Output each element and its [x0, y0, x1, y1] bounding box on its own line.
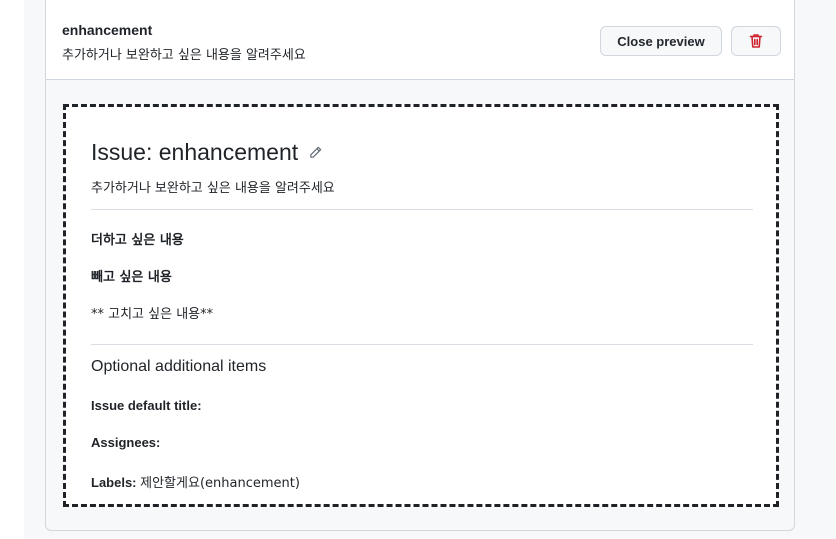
default-title-label: Issue default title:: [91, 398, 202, 413]
issue-template-preview: Issue: enhancement 추가하거나 보완하고 싶은 내용을 알려주…: [63, 104, 779, 507]
template-card: enhancement 추가하거나 보완하고 싶은 내용을 알려주세요 Clos…: [45, 0, 795, 531]
divider: [91, 344, 753, 345]
body-line-fix: ** 고치고 싶은 내용**: [91, 307, 214, 322]
labels-label: Labels:: [91, 475, 137, 490]
default-title-field: Issue default title:: [91, 398, 202, 413]
divider: [91, 209, 753, 210]
trash-icon: [749, 33, 763, 49]
preview-title: Issue: enhancement: [91, 139, 299, 165]
labels-value: 제안할게요(enhancement): [140, 476, 300, 491]
delete-template-button[interactable]: [731, 26, 781, 56]
assignees-field: Assignees:: [91, 435, 160, 450]
assignees-label: Assignees:: [91, 435, 161, 450]
template-name: enhancement: [62, 22, 153, 38]
optional-items-heading: Optional additional items: [91, 358, 267, 375]
template-description: 추가하거나 보완하고 싶은 내용을 알려주세요: [62, 48, 306, 63]
template-card-header: enhancement 추가하거나 보완하고 싶은 내용을 알려주세요 Clos…: [46, 0, 794, 80]
body-line-add: 더하고 싶은 내용: [91, 233, 184, 248]
labels-field: Labels: 제안할게요(enhancement): [91, 472, 300, 491]
body-line-remove: 빼고 싶은 내용: [91, 270, 172, 285]
close-preview-button[interactable]: Close preview: [600, 26, 722, 56]
preview-description: 추가하거나 보완하고 싶은 내용을 알려주세요: [91, 181, 335, 196]
pencil-icon[interactable]: [308, 145, 323, 160]
preview-title-row: Issue: enhancement: [91, 139, 323, 166]
